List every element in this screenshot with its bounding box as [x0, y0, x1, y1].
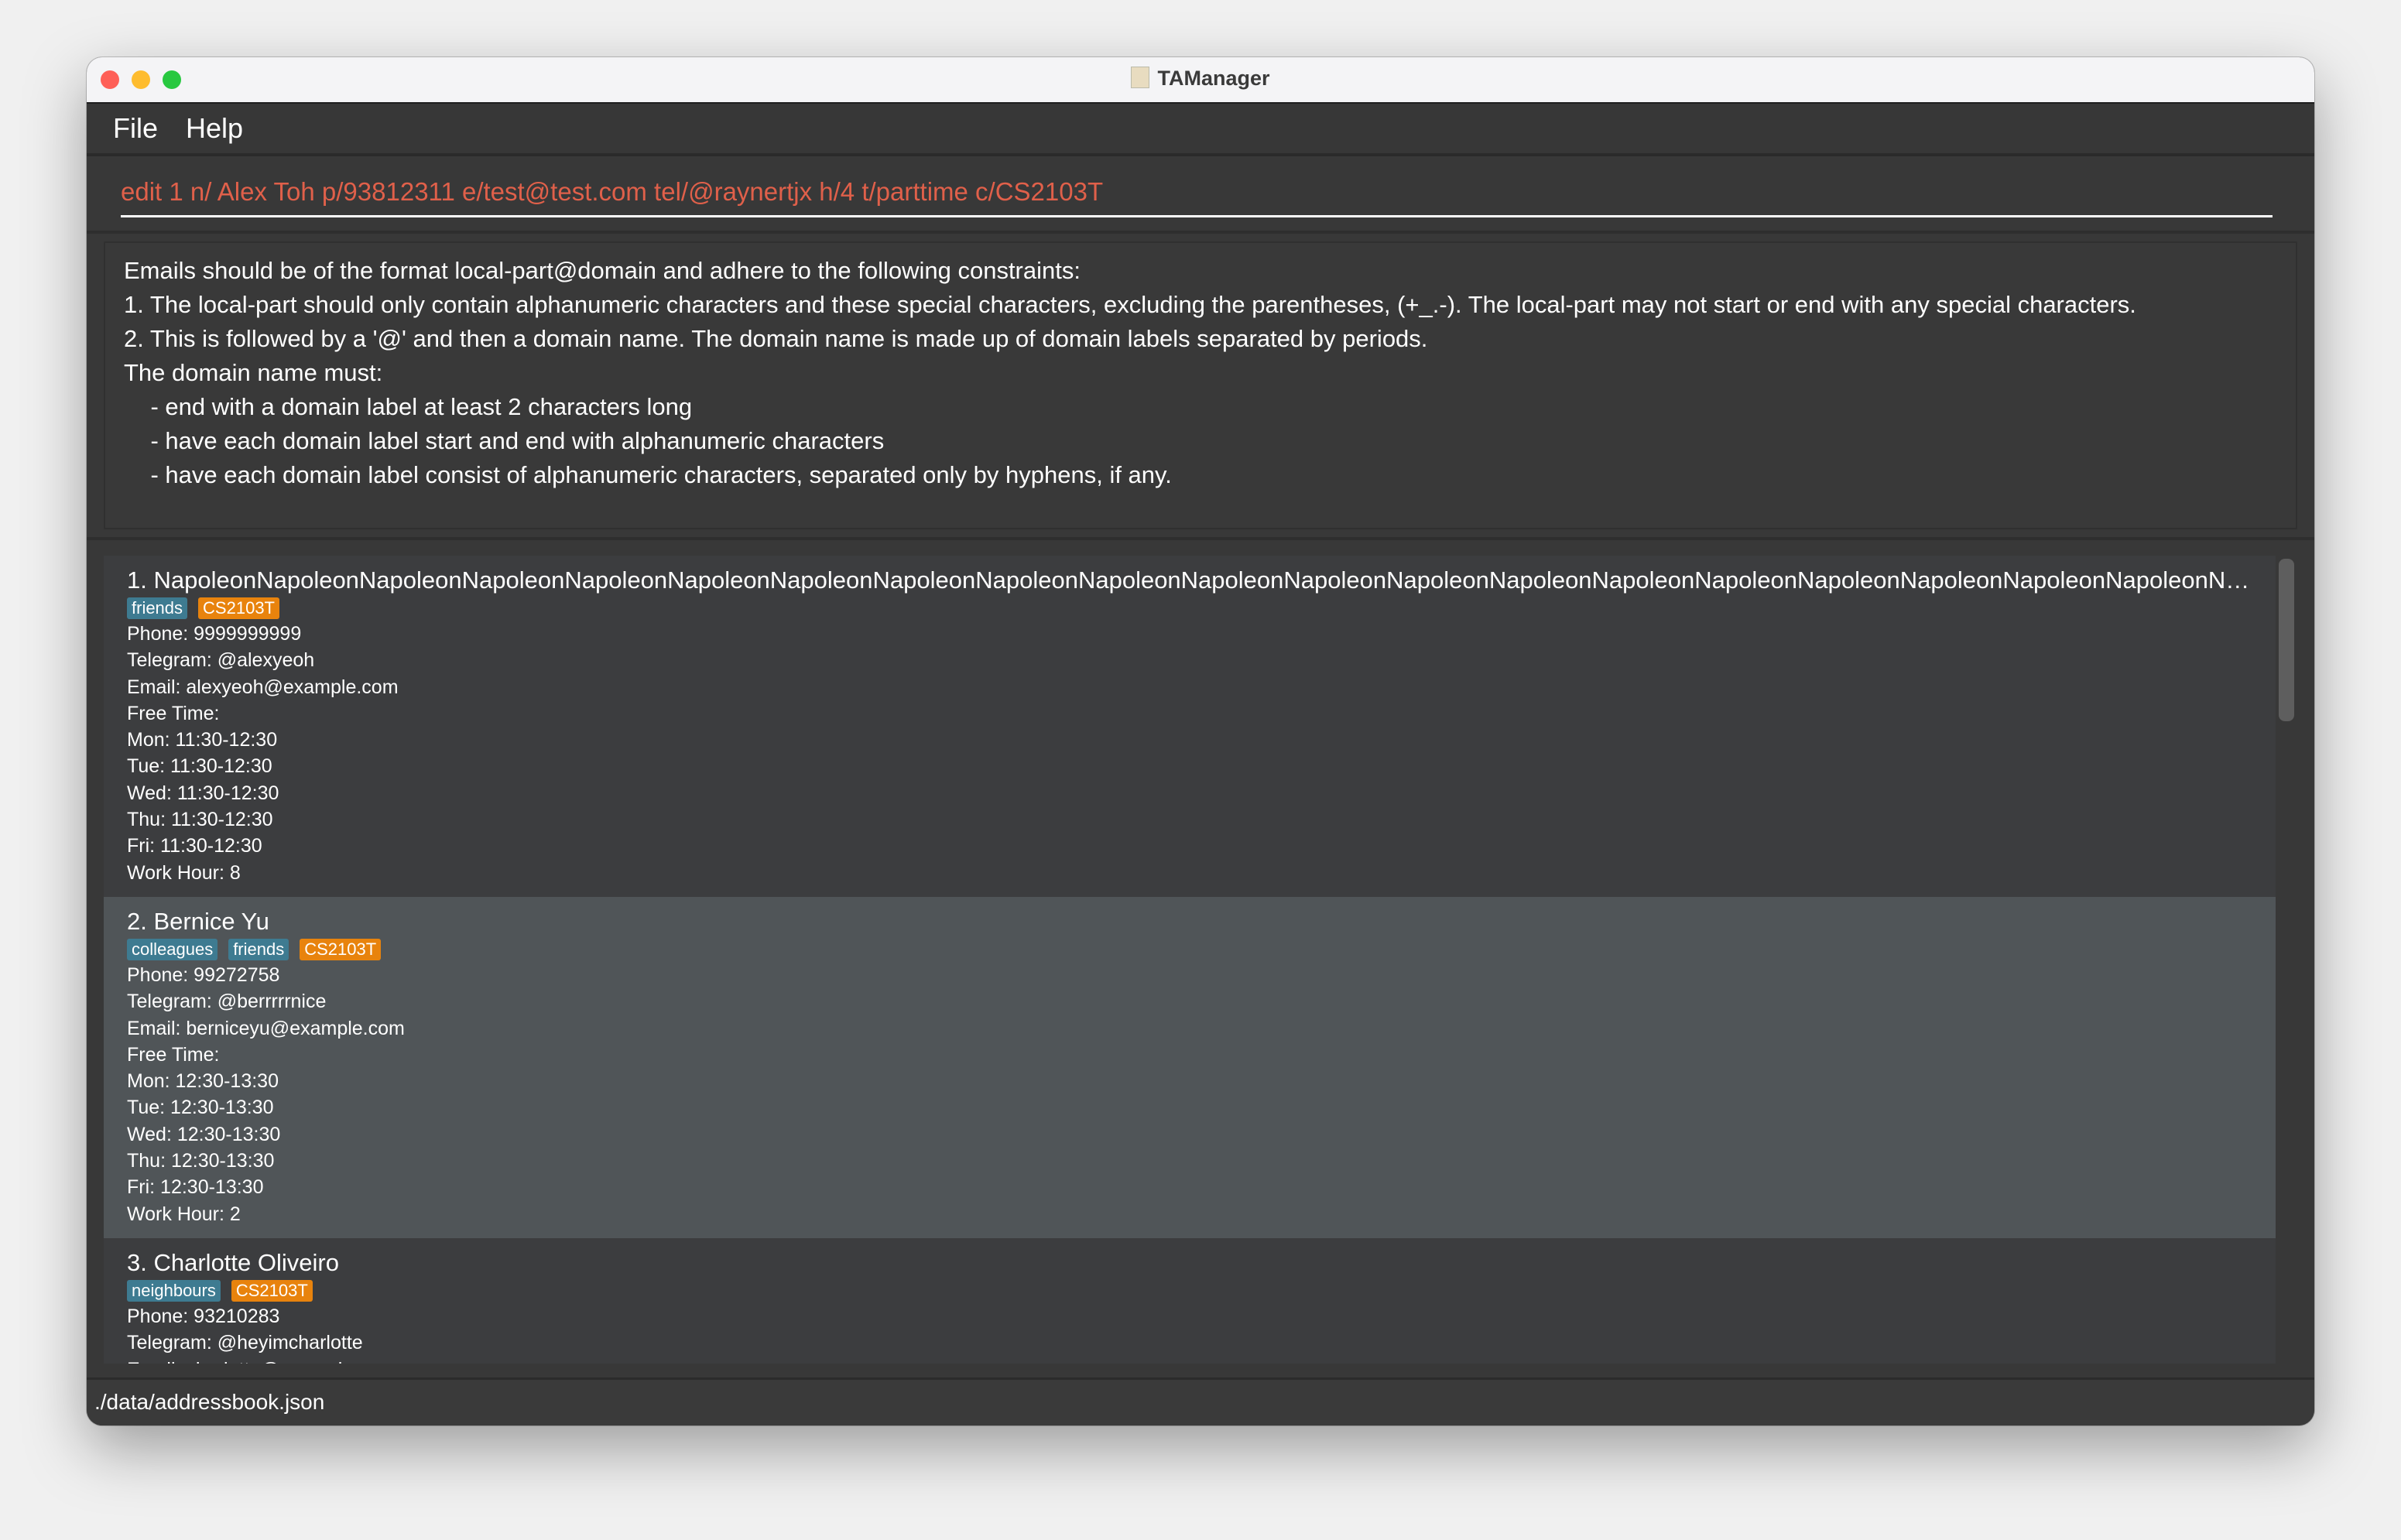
result-line: 1. The local-part should only contain al… [124, 291, 2136, 318]
person-card[interactable]: 1. NapoleonNapoleonNapoleonNapoleonNapol… [104, 556, 2276, 897]
tag-list: friends CS2103T [127, 597, 2252, 619]
person-detail: Tue: 12:30-13:30 [127, 1097, 274, 1119]
app-icon [1131, 67, 1150, 88]
title-bar: TAManager [87, 57, 2314, 104]
tag-list: neighbours CS2103T [127, 1279, 2252, 1302]
person-detail: Tue: 11:30-12:30 [127, 755, 272, 778]
person-detail: Email: alexyeoh@example.com [127, 676, 399, 698]
person-detail: Telegram: @heyimcharlotte [127, 1332, 363, 1354]
command-box [87, 156, 2314, 234]
tag-list: colleagues friends CS2103T [127, 938, 2252, 960]
person-detail: Phone: 93210283 [127, 1305, 280, 1327]
person-detail: Thu: 12:30-13:30 [127, 1150, 275, 1172]
course-tag: CS2103T [231, 1279, 313, 1302]
person-detail: Work Hour: 8 [127, 861, 241, 884]
list-scrollbar[interactable] [2279, 559, 2294, 721]
save-location: ./data/addressbook.json [94, 1390, 325, 1414]
status-bar: ./data/addressbook.json [87, 1377, 2314, 1425]
result-line: - have each domain label consist of alph… [124, 461, 1172, 488]
person-detail: Free Time: [127, 702, 220, 724]
result-text[interactable]: Emails should be of the format local-par… [104, 241, 2297, 529]
menu-help[interactable]: Help [186, 112, 243, 145]
person-detail: Fri: 12:30-13:30 [127, 1176, 264, 1199]
person-name-text: Charlotte Oliveiro [153, 1248, 339, 1276]
person-index: 2. [127, 907, 147, 935]
person-detail: Fri: 11:30-12:30 [127, 835, 262, 857]
person-detail: Wed: 12:30-13:30 [127, 1123, 281, 1145]
tag: colleagues [127, 938, 218, 960]
person-detail: Phone: 99272758 [127, 963, 280, 986]
result-line: Emails should be of the format local-par… [124, 257, 1081, 284]
command-input[interactable] [121, 172, 2273, 217]
tag: neighbours [127, 1279, 221, 1302]
tag: friends [127, 597, 188, 619]
result-line: - end with a domain label at least 2 cha… [124, 393, 693, 420]
person-detail: Mon: 11:30-12:30 [127, 729, 278, 751]
person-index: 1. [127, 566, 147, 594]
person-name-text: NapoleonNapoleonNapoleonNapoleonNapoleon… [153, 566, 2252, 594]
person-detail: Email: berniceyu@example.com [127, 1017, 405, 1039]
person-detail: Work Hour: 2 [127, 1203, 241, 1225]
result-line: The domain name must: [124, 359, 383, 386]
app-window: TAManager File Help Emails should be of … [87, 57, 2314, 1425]
result-line: 2. This is followed by a '@' and then a … [124, 325, 1428, 352]
person-name: 2. Bernice Yu [127, 906, 2252, 937]
person-detail: Thu: 11:30-12:30 [127, 809, 273, 831]
result-line: - have each domain label start and end w… [124, 427, 885, 454]
person-index: 3. [127, 1248, 147, 1276]
person-name: 1. NapoleonNapoleonNapoleonNapoleonNapol… [127, 565, 2252, 596]
menu-bar: File Help [87, 104, 2314, 156]
person-detail: Telegram: @berrrrrnice [127, 991, 327, 1013]
person-list-panel: 1. NapoleonNapoleonNapoleonNapoleonNapol… [87, 540, 2314, 1377]
person-list[interactable]: 1. NapoleonNapoleonNapoleonNapoleonNapol… [104, 556, 2276, 1364]
person-detail: Mon: 12:30-13:30 [127, 1070, 279, 1093]
person-name: 3. Charlotte Oliveiro [127, 1247, 2252, 1278]
person-detail: Email: charlotte@example.com [127, 1357, 2252, 1364]
tag: friends [228, 938, 289, 960]
person-card[interactable]: 2. Bernice Yu colleagues friends CS2103T Pho… [104, 896, 2276, 1238]
window-title-text: TAManager [1157, 67, 1270, 90]
menu-file[interactable]: File [113, 112, 158, 145]
result-display: Emails should be of the format local-par… [87, 234, 2314, 540]
person-name-text: Bernice Yu [153, 907, 269, 935]
window-title: TAManager [87, 67, 2314, 91]
course-tag: CS2103T [198, 597, 279, 619]
person-detail: Phone: 9999999999 [127, 623, 302, 645]
person-detail: Telegram: @alexyeoh [127, 649, 315, 672]
person-detail: Wed: 11:30-12:30 [127, 782, 279, 804]
person-detail: Free Time: [127, 1043, 220, 1066]
course-tag: CS2103T [300, 938, 382, 960]
person-card[interactable]: 3. Charlotte Oliveiro neighbours CS2103T Ph… [104, 1237, 2276, 1364]
